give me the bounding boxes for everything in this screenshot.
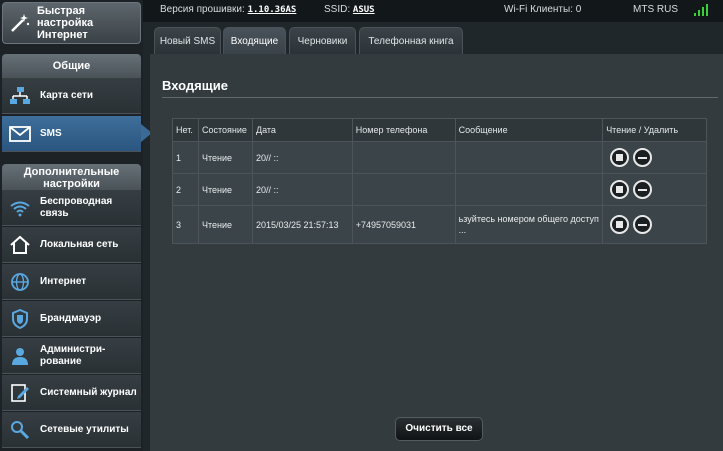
- network-map-icon: [8, 84, 32, 108]
- quick-setup-label: Быстрая настройка Интернет: [37, 5, 94, 41]
- wifi-clients-text[interactable]: Wi-Fi Клиенты: 0: [504, 4, 581, 15]
- status-bar: Версия прошивки: 1.10.36AS SSID: ASUS Wi…: [143, 0, 723, 22]
- sidebar-item-network-tools[interactable]: Сетевые утилиты: [2, 412, 141, 448]
- minus-icon: [638, 188, 648, 191]
- tab-drafts[interactable]: Черновики: [289, 27, 356, 54]
- cell-actions: [602, 205, 707, 244]
- operator-name: MTS RUS: [633, 4, 678, 15]
- quick-setup-button[interactable]: Быстрая настройка Интернет: [2, 2, 141, 44]
- column-header: Дата: [251, 118, 353, 142]
- firmware-info: Версия прошивки: 1.10.36AS: [160, 4, 296, 15]
- sidebar-item-label: Беспроводная связь: [40, 195, 113, 219]
- read-button[interactable]: [610, 148, 630, 167]
- sidebar-item-label: SMS: [40, 127, 62, 139]
- ssid-label: SSID:: [324, 4, 351, 15]
- page-title: Входящие: [162, 78, 228, 93]
- delete-button[interactable]: [633, 180, 653, 199]
- globe-icon: [8, 270, 32, 294]
- cell-phone: [351, 141, 456, 174]
- user-icon: [8, 344, 32, 368]
- ssid-link[interactable]: ASUS: [353, 5, 375, 15]
- cell-status: Чтение: [197, 173, 253, 206]
- delete-button[interactable]: [633, 215, 653, 234]
- cell-num: 1: [172, 141, 199, 174]
- ssid-info: SSID: ASUS: [324, 4, 375, 15]
- cell-num: 3: [172, 205, 199, 244]
- sidebar-item-label: Брандмауэр: [40, 312, 102, 324]
- cell-num: 2: [172, 173, 199, 206]
- sidebar-item-network-map[interactable]: Карта сети: [2, 78, 141, 114]
- general-header: Общие: [2, 54, 141, 78]
- cell-date: 20// ::: [251, 173, 353, 206]
- firmware-version-link[interactable]: 1.10.36AS: [248, 5, 297, 15]
- home-icon: [8, 233, 32, 257]
- cell-message: [454, 141, 604, 174]
- table-row: 3 Чтение 2015/03/25 21:57:13 +7495705903…: [172, 205, 707, 244]
- read-button[interactable]: [610, 215, 630, 234]
- advanced-header: Дополнительные настройки: [2, 164, 141, 190]
- tab-new-sms[interactable]: Новый SMS: [154, 27, 221, 54]
- cell-date: 2015/03/25 21:57:13: [251, 205, 353, 244]
- minus-icon: [638, 223, 648, 226]
- cell-actions: [602, 173, 707, 206]
- minus-icon: [638, 156, 648, 159]
- shield-icon: [8, 307, 32, 331]
- wifi-icon: [8, 196, 32, 220]
- firmware-label: Версия прошивки:: [160, 4, 245, 15]
- sidebar-item-label: Системный журнал: [40, 386, 137, 398]
- magic-wand-icon: [9, 11, 31, 35]
- sidebar-item-system-log[interactable]: Системный журнал: [2, 375, 141, 411]
- tab-phonebook[interactable]: Телефонная книга: [359, 27, 463, 54]
- sidebar-item-firewall[interactable]: Брандмауэр: [2, 301, 141, 337]
- wrench-icon: [8, 418, 32, 442]
- cell-phone: [351, 173, 456, 206]
- sidebar-item-label: Карта сети: [40, 89, 94, 101]
- content-panel: Входящие Нет. Состояние Дата Номер телеф…: [150, 54, 723, 451]
- table-row: 2 Чтение 20// ::: [172, 173, 707, 206]
- message-text: ьзуйтесь номером общего доступ ...: [458, 213, 599, 235]
- router-admin-page: Быстрая настройка Интернет Общие Карта с…: [0, 0, 723, 451]
- column-header: Сообщение: [454, 118, 604, 142]
- column-header: Номер телефона: [351, 118, 456, 142]
- cell-status: Чтение: [197, 141, 253, 174]
- delete-button[interactable]: [633, 148, 653, 167]
- title-divider: [162, 97, 718, 98]
- sidebar-item-lan[interactable]: Локальная сеть: [2, 227, 141, 263]
- cell-status: Чтение: [197, 205, 253, 244]
- sidebar-item-wireless[interactable]: Беспроводная связь: [2, 190, 141, 226]
- sidebar-item-internet[interactable]: Интернет: [2, 264, 141, 300]
- sidebar-item-administration[interactable]: Администри-рование: [2, 338, 141, 374]
- column-header: Состояние: [197, 118, 253, 142]
- sidebar-item-label: Локальная сеть: [40, 238, 119, 250]
- column-header: Чтение / Удалить: [602, 118, 707, 142]
- envelope-icon: [8, 122, 32, 146]
- cell-date: 20// ::: [251, 141, 353, 174]
- read-button[interactable]: [610, 180, 630, 199]
- document-pencil-icon: [8, 381, 32, 405]
- table-row: 1 Чтение 20// ::: [172, 141, 707, 174]
- stop-icon: [616, 186, 624, 193]
- table-header-row: Нет. Состояние Дата Номер телефона Сообщ…: [172, 118, 707, 142]
- signal-strength-icon: [694, 4, 708, 16]
- stop-icon: [616, 154, 624, 161]
- cell-message: ьзуйтесь номером общего доступ ...: [454, 205, 604, 244]
- sidebar-item-label: Администри-рование: [40, 343, 106, 367]
- cell-actions: [602, 141, 707, 174]
- sidebar-item-label: Сетевые утилиты: [40, 423, 129, 435]
- tab-inbox[interactable]: Входящие: [223, 27, 286, 54]
- sidebar-item-label: Интернет: [40, 275, 87, 287]
- sms-table: Нет. Состояние Дата Номер телефона Сообщ…: [172, 118, 707, 244]
- stop-icon: [616, 221, 624, 228]
- cell-message: [454, 173, 604, 206]
- cell-phone: +74957059031: [351, 205, 456, 244]
- sidebar: Быстрая настройка Интернет Общие Карта с…: [0, 0, 152, 451]
- sidebar-item-sms[interactable]: SMS: [2, 116, 141, 152]
- clear-all-button[interactable]: Очистить все: [395, 417, 483, 441]
- column-header: Нет.: [172, 118, 199, 142]
